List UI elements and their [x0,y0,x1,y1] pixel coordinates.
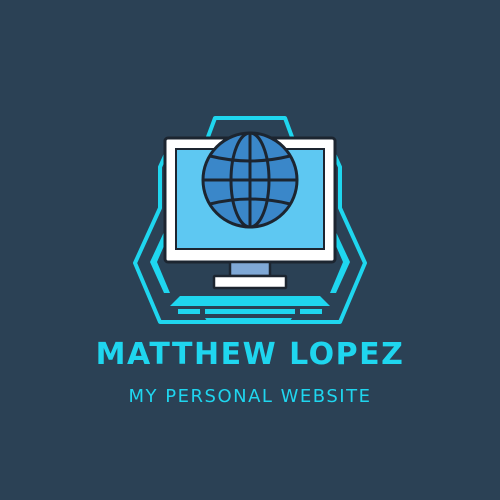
computer-globe-logo-icon [133,116,367,324]
keyboard-bars [170,296,330,324]
globe-icon [201,131,299,229]
brand-tagline: MY PERSONAL WEBSITE [128,386,372,407]
brand-name: MATTHEW LOPEZ [95,337,405,372]
